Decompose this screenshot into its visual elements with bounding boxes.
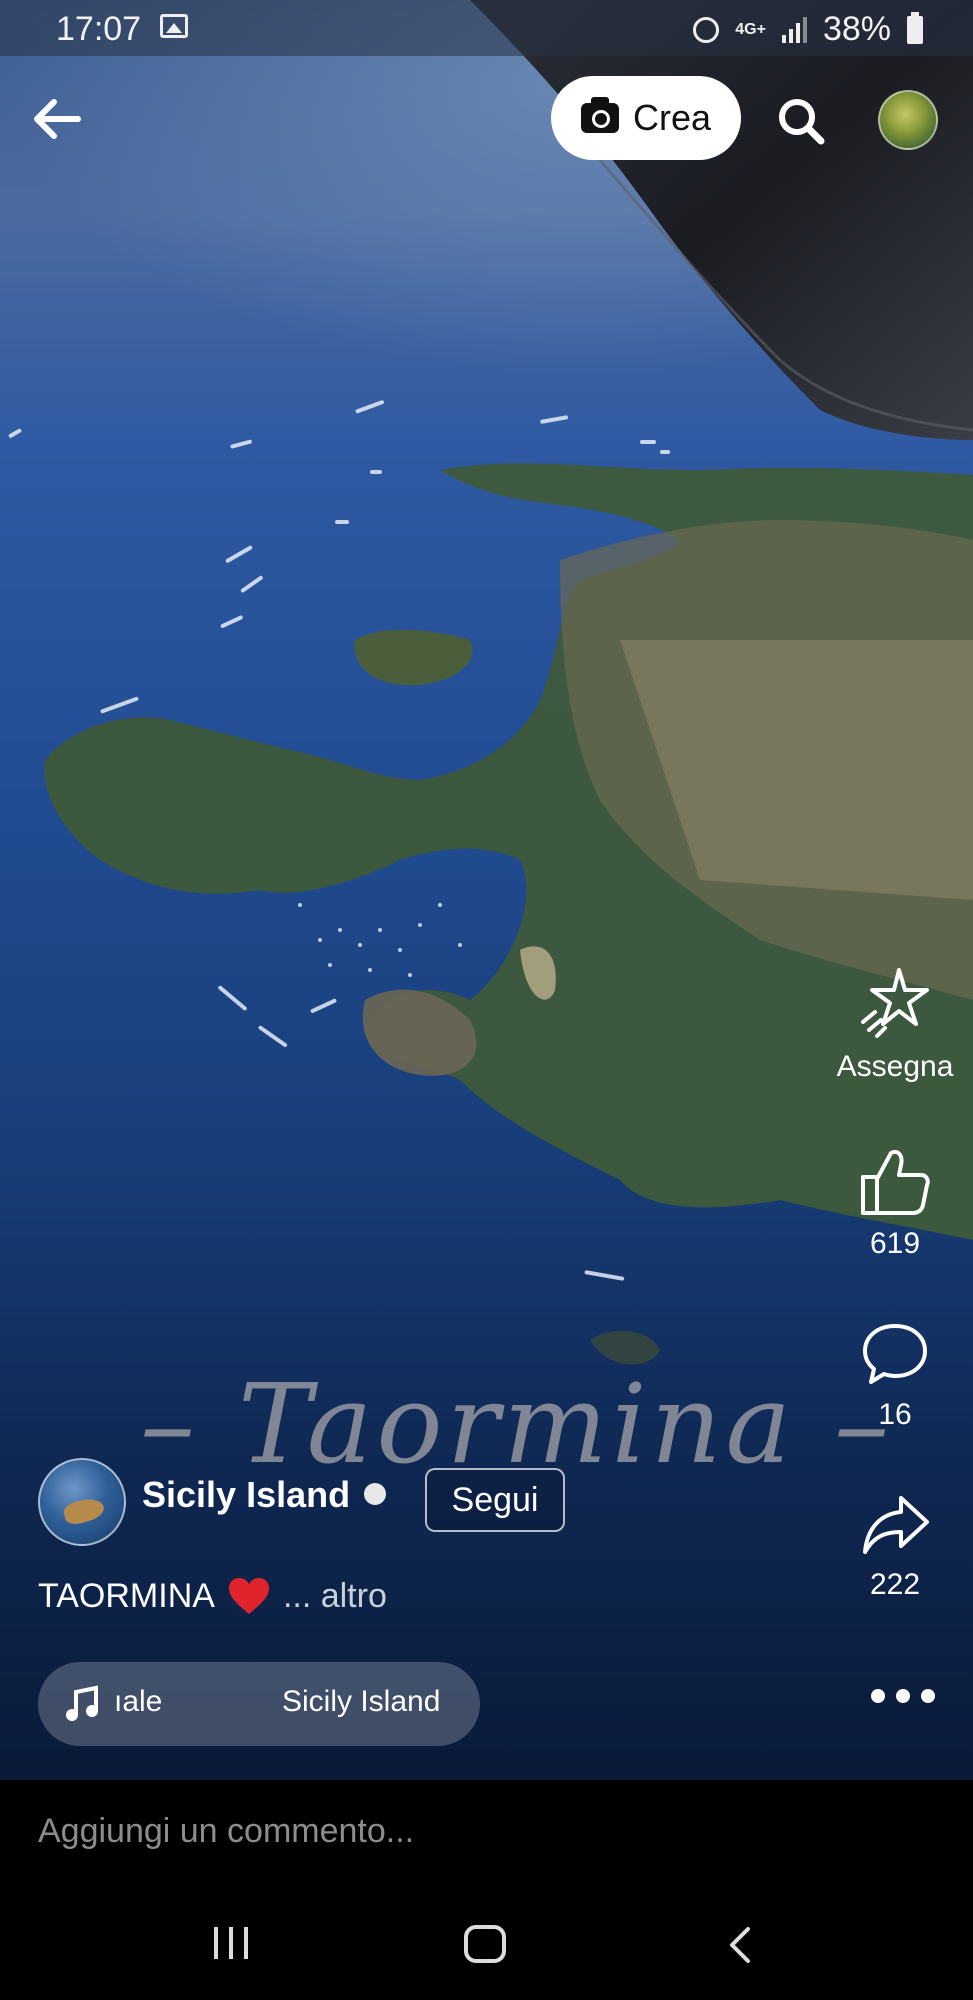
music-artist: Sicily Island bbox=[282, 1685, 441, 1718]
arrow-left-icon bbox=[34, 99, 81, 139]
page-name[interactable]: Sicily Island bbox=[142, 1474, 350, 1516]
comment-bubble-icon bbox=[863, 1324, 927, 1384]
alarm-icon bbox=[693, 16, 720, 43]
globe-icon bbox=[364, 1483, 386, 1505]
status-indicators: 4G+ 38% bbox=[693, 10, 923, 49]
search-button[interactable] bbox=[776, 96, 826, 146]
music-note-icon bbox=[66, 1685, 98, 1721]
music-pill[interactable]: ıale Sicily Island bbox=[38, 1662, 480, 1746]
share-count: 222 bbox=[869, 1568, 921, 1601]
recents-icon bbox=[214, 1927, 248, 1959]
profile-avatar[interactable] bbox=[878, 90, 938, 150]
comment-button[interactable]: 16 bbox=[820, 1320, 970, 1432]
comment-input[interactable]: Aggiungi un commento... bbox=[38, 1812, 414, 1851]
network-type: 4G+ bbox=[735, 20, 766, 38]
like-count: 619 bbox=[869, 1227, 921, 1260]
thumbs-up-icon bbox=[861, 1150, 930, 1215]
comment-count: 16 bbox=[878, 1398, 912, 1431]
page-avatar[interactable] bbox=[38, 1458, 126, 1546]
chevron-left-icon bbox=[730, 1927, 750, 1963]
signal-icon bbox=[781, 16, 807, 43]
more-link[interactable]: ... altro bbox=[283, 1577, 387, 1616]
follow-button[interactable]: Segui bbox=[425, 1468, 565, 1532]
status-time: 17:07 bbox=[56, 10, 142, 48]
recents-button[interactable] bbox=[210, 1925, 252, 1961]
caption[interactable]: TAORMINA ... altro bbox=[38, 1576, 387, 1616]
battery-percent: 38% bbox=[822, 10, 891, 48]
home-button[interactable] bbox=[464, 1925, 506, 1963]
heart-icon bbox=[228, 1578, 269, 1614]
music-track: ıale bbox=[114, 1685, 163, 1718]
assign-label: Assegna bbox=[836, 1050, 954, 1083]
back-button[interactable] bbox=[28, 90, 86, 148]
star-icon bbox=[861, 968, 929, 1038]
more-options-button[interactable] bbox=[868, 1686, 938, 1706]
share-button[interactable]: 222 bbox=[820, 1490, 970, 1602]
nav-back-button[interactable] bbox=[724, 1925, 754, 1965]
create-button[interactable]: Crea bbox=[551, 76, 741, 160]
caption-text: TAORMINA bbox=[38, 1576, 215, 1615]
share-arrow-icon bbox=[863, 1496, 929, 1554]
status-bar: 17:07 4G+ 38% bbox=[0, 0, 973, 56]
assign-button[interactable]: Assegna bbox=[820, 960, 970, 1084]
more-dots-icon bbox=[871, 1689, 935, 1703]
create-button-label: Crea bbox=[632, 97, 712, 138]
search-icon bbox=[779, 99, 825, 145]
like-button[interactable]: 619 bbox=[820, 1145, 970, 1261]
camera-icon bbox=[580, 97, 619, 133]
gallery-icon bbox=[160, 14, 188, 38]
battery-icon bbox=[907, 11, 923, 44]
